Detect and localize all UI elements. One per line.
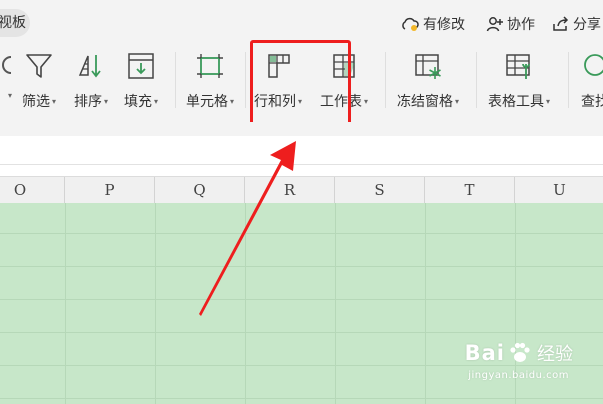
collab-user-icon bbox=[486, 17, 503, 32]
cell-icon bbox=[195, 50, 225, 82]
toolbar-divider bbox=[245, 52, 246, 108]
dropdown-caret: ▾ bbox=[154, 96, 159, 106]
has-changes-button[interactable]: 有修改 bbox=[400, 14, 465, 34]
cloud-icon bbox=[402, 17, 419, 31]
sort-icon bbox=[76, 50, 106, 82]
column-header-s[interactable]: S bbox=[335, 177, 425, 203]
ribbon-tab-partial[interactable]: 视板 bbox=[0, 9, 30, 37]
fill-label: 填充 bbox=[124, 94, 152, 110]
share-button[interactable]: 分享 bbox=[552, 14, 601, 34]
tab-label: 视板 bbox=[0, 15, 26, 31]
dropdown-caret: ▾ bbox=[364, 96, 369, 106]
collaborate-label: 协作 bbox=[507, 17, 535, 33]
column-header-q[interactable]: Q bbox=[155, 177, 245, 203]
table-tools-button[interactable]: 表格工具 ▾ bbox=[488, 50, 550, 111]
freeze-panes-label: 冻结窗格 bbox=[397, 94, 453, 110]
watermark-brand-cn: 经验 bbox=[537, 344, 573, 365]
collaborate-button[interactable]: 协作 bbox=[486, 14, 535, 34]
toolbar-divider bbox=[568, 52, 569, 108]
dropdown-caret: ▾ bbox=[104, 96, 109, 106]
watermark-brand-latin: Bai bbox=[464, 341, 505, 365]
sort-button[interactable]: 排序 ▾ bbox=[74, 50, 108, 111]
filter-icon bbox=[24, 50, 54, 82]
has-changes-label: 有修改 bbox=[423, 17, 465, 33]
filter-button[interactable]: 筛选 ▾ bbox=[22, 50, 56, 111]
partial-tool-icon bbox=[0, 50, 24, 82]
table-tools-icon bbox=[504, 50, 534, 82]
dropdown-caret: ▾ bbox=[230, 96, 235, 106]
toolbar-divider bbox=[476, 52, 477, 108]
cell-button[interactable]: 单元格 ▾ bbox=[186, 50, 234, 111]
find-label: 查找 bbox=[581, 94, 603, 110]
dropdown-caret: ▾ bbox=[52, 96, 57, 106]
dropdown-caret: ▾ bbox=[7, 91, 12, 100]
column-header-r[interactable]: R bbox=[245, 177, 335, 203]
baidu-paw-icon bbox=[510, 342, 530, 362]
column-header-row: O P Q R S T U bbox=[0, 176, 603, 204]
freeze-panes-button[interactable]: 冻结窗格 ▾ bbox=[397, 50, 459, 111]
toolbar-divider bbox=[385, 52, 386, 108]
column-header-t[interactable]: T bbox=[425, 177, 515, 203]
fill-button[interactable]: 填充 ▾ bbox=[124, 50, 158, 111]
table-tools-label: 表格工具 bbox=[488, 94, 544, 110]
find-icon bbox=[580, 50, 603, 82]
formula-bar[interactable] bbox=[0, 136, 603, 165]
watermark-url: jingyan.baidu.com bbox=[468, 370, 569, 381]
column-header-u[interactable]: U bbox=[515, 177, 603, 203]
find-button[interactable]: 查找 bbox=[580, 50, 603, 111]
freeze-panes-icon bbox=[413, 50, 443, 82]
sort-label: 排序 bbox=[74, 94, 102, 110]
dropdown-caret: ▾ bbox=[455, 96, 460, 106]
column-header-p[interactable]: P bbox=[65, 177, 155, 203]
share-icon bbox=[553, 16, 569, 31]
dropdown-caret: ▾ bbox=[546, 96, 551, 106]
share-label: 分享 bbox=[573, 17, 601, 33]
ribbon-bottom bbox=[0, 122, 603, 136]
fill-icon bbox=[126, 50, 156, 82]
baidu-watermark: Bai 经验 bbox=[465, 340, 573, 366]
toolbar-divider bbox=[175, 52, 176, 108]
cell-label: 单元格 bbox=[186, 94, 228, 110]
filter-label: 筛选 bbox=[22, 94, 50, 110]
column-header-o[interactable]: O bbox=[0, 177, 65, 203]
partial-tool-left[interactable]: ▾ bbox=[0, 50, 24, 100]
